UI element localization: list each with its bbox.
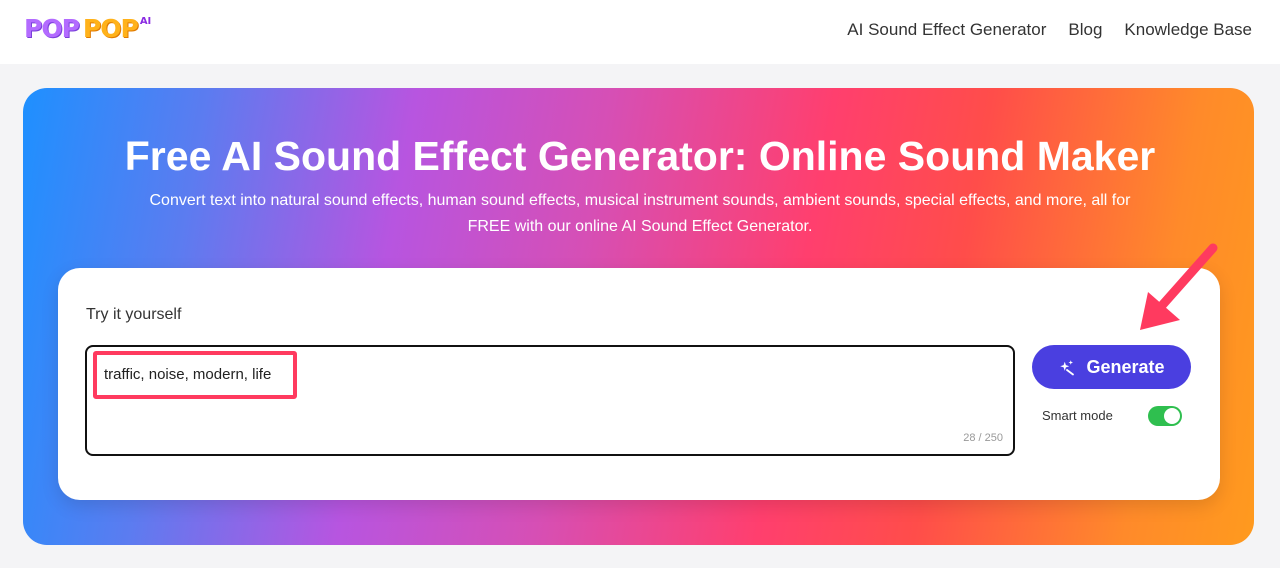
smart-mode-label: Smart mode xyxy=(1042,408,1113,423)
try-it-label: Try it yourself xyxy=(86,306,182,323)
arrow-icon xyxy=(1140,243,1218,330)
nav-ai-sound-effect-generator[interactable]: AI Sound Effect Generator xyxy=(847,18,1046,42)
annotation-highlight-box xyxy=(93,351,297,399)
generate-button-label: Generate xyxy=(1086,356,1165,377)
logo-ai-badge: AI xyxy=(139,16,152,27)
subtitle-line-2: FREE with our online AI Sound Effect Gen… xyxy=(467,218,813,235)
page-title: Free AI Sound Effect Generator: Online S… xyxy=(124,133,1156,179)
smart-mode-toggle[interactable] xyxy=(1148,406,1182,426)
character-count: 28 / 250 xyxy=(963,432,1003,444)
main-nav: AI Sound Effect Generator Blog Knowledge… xyxy=(847,18,1252,42)
sparkle-icon xyxy=(1060,360,1075,376)
subtitle-line-1: Convert text into natural sound effects,… xyxy=(149,192,1131,209)
nav-blog[interactable]: Blog xyxy=(1068,18,1102,42)
top-navigation-bar: POP POP AI AI Sound Effect Generator Blo… xyxy=(0,0,1280,64)
page-subtitle: Convert text into natural sound effects,… xyxy=(90,188,1190,240)
generate-button[interactable]: Generate xyxy=(1032,345,1191,389)
poppop-ai-logo[interactable]: POP POP AI xyxy=(24,12,151,46)
nav-knowledge-base[interactable]: Knowledge Base xyxy=(1124,18,1252,42)
toggle-knob xyxy=(1164,408,1180,424)
logo-word-pop-2: POP xyxy=(82,14,139,43)
logo-word-pop: POP xyxy=(24,14,80,43)
